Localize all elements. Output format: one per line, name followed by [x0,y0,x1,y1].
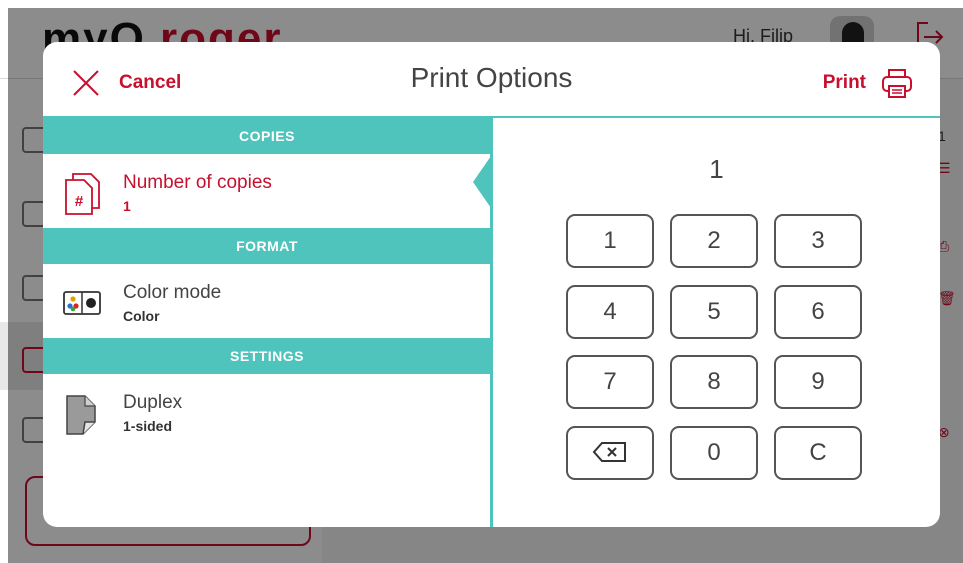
close-icon [73,70,99,96]
key-0[interactable]: 0 [670,426,758,480]
key-8[interactable]: 8 [670,355,758,409]
color-mode-icon [63,291,101,315]
backspace-icon [592,442,626,463]
key-9[interactable]: 9 [774,355,862,409]
key-6[interactable]: 6 [774,285,862,339]
option-name: Duplex [123,392,183,413]
dialog-header: Cancel Print Options Print [43,42,940,118]
svg-text:#: # [75,193,84,210]
print-button[interactable]: Print [823,66,914,100]
copies-hash-icon: # [65,173,100,215]
option-value: 1-sided [123,418,173,434]
key-3[interactable]: 3 [774,214,862,268]
cancel-button[interactable]: Cancel [71,68,181,98]
duplex-page-icon [66,395,96,435]
option-name: Color mode [123,282,222,303]
option-duplex[interactable]: Duplex 1-sided [43,374,491,448]
option-color-mode[interactable]: Color mode Color [43,264,491,338]
print-options-dialog: Cancel Print Options Print COPIES # Numb… [43,42,940,527]
key-5[interactable]: 5 [670,285,758,339]
selection-arrow [473,156,491,208]
key-4[interactable]: 4 [566,285,654,339]
key-2[interactable]: 2 [670,214,758,268]
print-label: Print [822,72,866,93]
key-backspace[interactable] [566,426,654,480]
section-header-settings: SETTINGS [43,338,491,374]
option-value: Color [123,308,160,324]
printer-icon [882,69,912,98]
option-number-of-copies[interactable]: # Number of copies 1 [43,154,491,228]
keypad-display: 1 [709,154,724,184]
section-header-copies: COPIES [43,118,491,154]
option-name: Number of copies [123,172,272,193]
options-list: COPIES # Number of copies 1 FORMAT Color… [43,118,491,527]
key-clear[interactable]: C [774,426,862,480]
key-1[interactable]: 1 [566,214,654,268]
numeric-keypad: 1 1 2 3 4 5 6 7 8 9 0 C [493,118,940,527]
section-header-format: FORMAT [43,228,491,264]
key-7[interactable]: 7 [566,355,654,409]
option-value: 1 [123,198,131,214]
cancel-label: Cancel [119,72,182,93]
